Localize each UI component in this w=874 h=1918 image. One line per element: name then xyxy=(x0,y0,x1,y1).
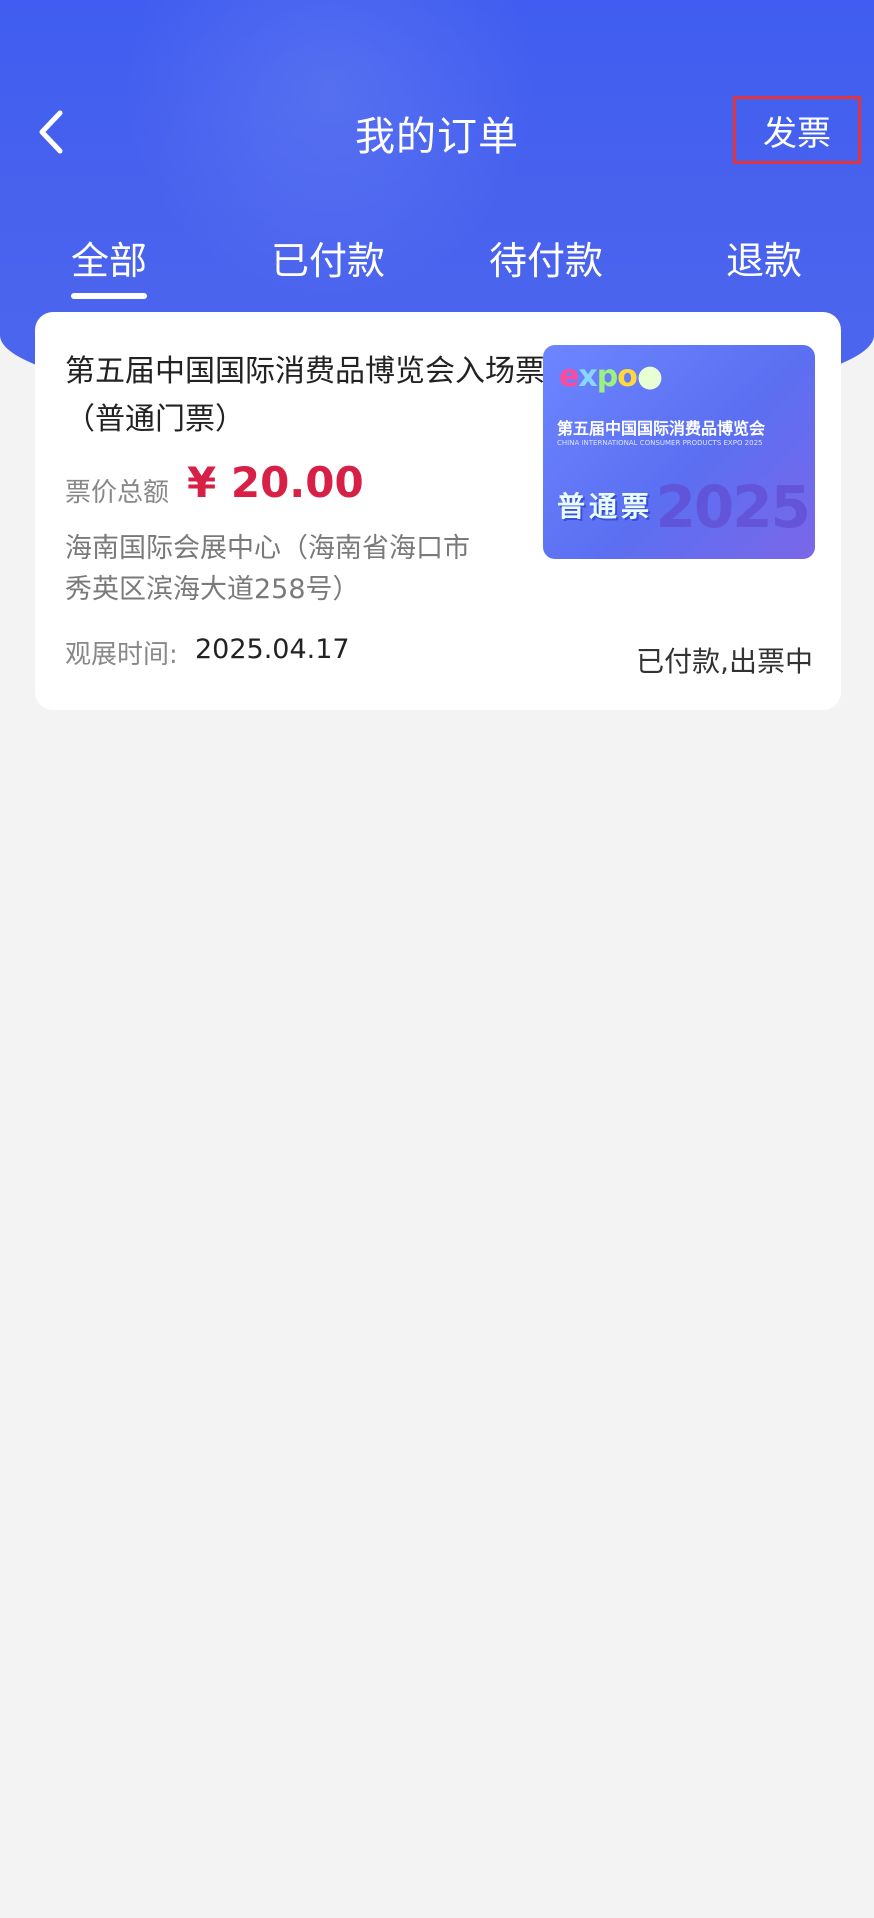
tab-paid[interactable]: 已付款 xyxy=(271,230,385,285)
top-bar: 我的订单 发票 xyxy=(0,90,874,180)
order-tabs: 全部 已付款 待付款 退款 xyxy=(0,230,874,300)
tab-all[interactable]: 全部 xyxy=(70,230,148,299)
tab-pending-payment[interactable]: 待付款 xyxy=(489,230,603,285)
invoice-button[interactable]: 发票 xyxy=(733,96,861,164)
ticket-image-year: 2025 xyxy=(655,473,811,541)
order-card[interactable]: 第五届中国国际消费品博览会入场票（普通门票） 票价总额 ¥ 20.00 海南国际… xyxy=(35,312,841,710)
visit-time-label: 观展时间: xyxy=(65,640,178,670)
ticket-image-subtitle: CHINA INTERNATIONAL CONSUMER PRODUCTS EX… xyxy=(557,439,763,447)
visit-time-value: 2025.04.17 xyxy=(195,634,350,665)
expo-logo: expo● xyxy=(559,359,663,394)
ticket-image: expo● 第五届中国国际消费品博览会 CHINA INTERNATIONAL … xyxy=(543,345,815,559)
order-title: 第五届中国国际消费品博览会入场票（普通门票） xyxy=(65,354,545,437)
price-value: ¥ 20.00 xyxy=(187,458,364,507)
venue-address: 海南国际会展中心（海南省海口市秀英区滨海大道258号） xyxy=(65,533,470,605)
tab-refund[interactable]: 退款 xyxy=(726,230,802,285)
ticket-type-badge: 普通票 xyxy=(557,490,654,523)
ticket-image-title: 第五届中国国际消费品博览会 xyxy=(557,419,766,438)
price-label: 票价总额 xyxy=(65,478,170,508)
order-status: 已付款,出票中 xyxy=(636,645,813,678)
